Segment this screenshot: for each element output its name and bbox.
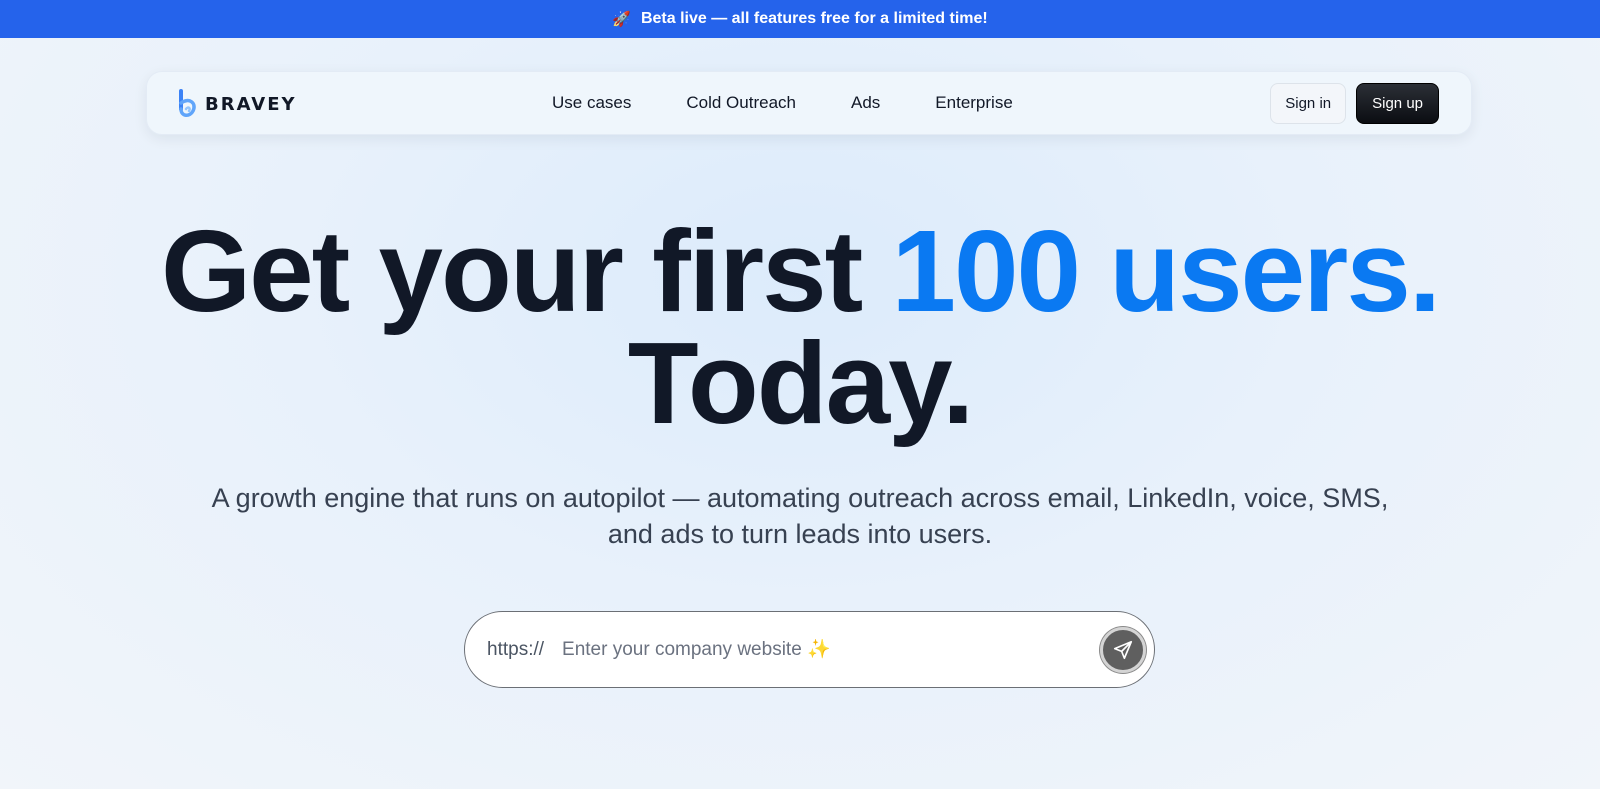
announcement-text: Beta live — all features free for a limi… [640,10,988,27]
hero-headline: Get your first 100 users. Today. [0,213,1600,441]
url-prefix: https:// [487,638,545,660]
brand-name: BRAVEY [205,93,297,115]
brand-logo[interactable]: BRAVEY [177,88,297,120]
submit-button[interactable] [1100,627,1146,673]
sign-up-button[interactable]: Sign up [1356,83,1439,124]
main-menu: Use cases Cold Outreach Ads Enterprise [552,72,1013,134]
hero-subtitle: A growth engine that runs on autopilot —… [211,483,1389,549]
nav-use-cases[interactable]: Use cases [552,93,631,113]
send-icon [1113,640,1133,660]
auth-buttons: Sign in Sign up [1270,83,1439,124]
hero-line2: Today. [627,318,975,448]
navbar: BRAVEY Use cases Cold Outreach Ads Enter… [146,71,1472,135]
nav-enterprise[interactable]: Enterprise [935,93,1012,113]
hero-line1: Get your first [160,206,863,336]
nav-ads[interactable]: Ads [851,93,880,113]
announcement-bar: 🚀 Beta live — all features free for a li… [0,0,1600,38]
rocket-icon: 🚀 [612,10,631,28]
website-search-bar: https:// [464,611,1155,688]
sign-in-button[interactable]: Sign in [1270,83,1347,124]
brand-mark-icon [179,89,196,117]
nav-cold-outreach[interactable]: Cold Outreach [686,93,796,113]
website-input[interactable] [562,638,1083,661]
hero-accent: 100 users. [891,206,1442,336]
